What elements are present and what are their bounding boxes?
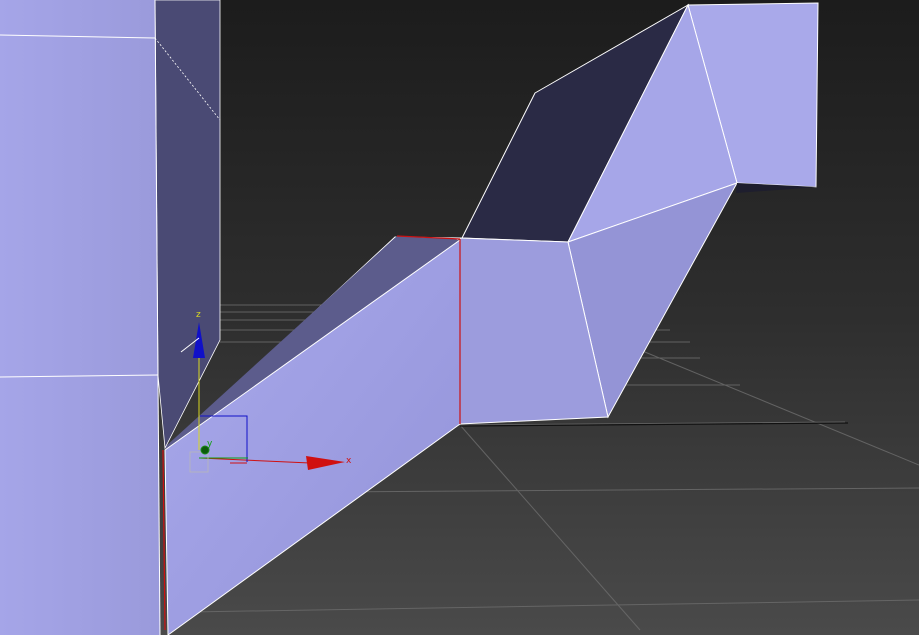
gizmo-z-label: z bbox=[196, 310, 201, 320]
gizmo-pivot[interactable] bbox=[200, 445, 210, 455]
gizmo-x-label: x bbox=[346, 456, 352, 466]
column-front-face[interactable] bbox=[0, 0, 160, 635]
3d-viewport[interactable]: z x y bbox=[0, 0, 919, 635]
viewport-canvas[interactable]: z x y bbox=[0, 0, 919, 635]
